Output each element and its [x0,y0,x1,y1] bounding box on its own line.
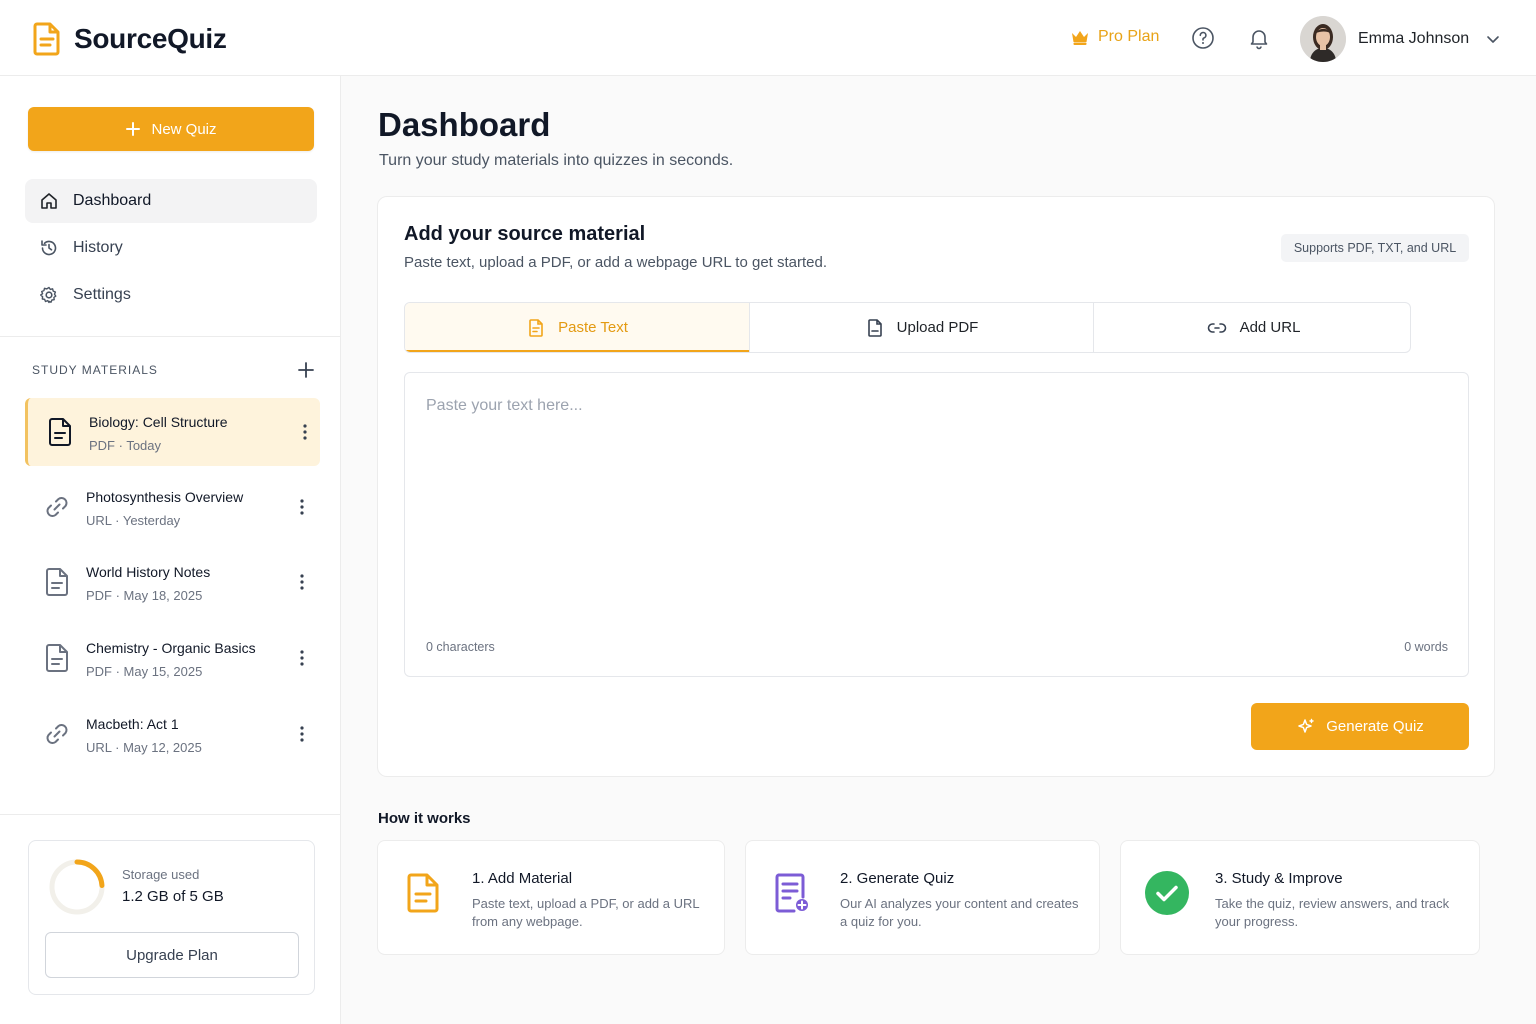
new-quiz-button[interactable]: New Quiz [28,107,314,151]
add-material-icon[interactable] [296,360,316,380]
pro-plan-link[interactable]: Pro Plan [1070,28,1159,46]
avatar [1300,16,1346,62]
tab-label: Add URL [1239,319,1301,336]
plus-icon [125,121,141,137]
more-vertical-icon[interactable] [297,724,307,744]
material-meta: PDF · May 18, 2025 [86,588,203,603]
bell-icon[interactable] [1247,26,1271,50]
sidebar-divider [0,814,341,815]
generate-quiz-button[interactable]: Generate Quiz [1251,703,1469,750]
how-step-desc: Take the quiz, review answers, and track… [1215,896,1450,929]
how-step-card: 1. Add Material Paste text, upload a PDF… [377,840,725,955]
pdf-file-icon [41,566,73,598]
how-step-desc: Paste text, upload a PDF, or add a URL f… [472,896,700,929]
how-step-title: 2. Generate Quiz [840,870,955,887]
material-title: Chemistry - Organic Basics [86,640,256,656]
material-meta: URL · Yesterday [86,513,181,528]
chevron-down-icon[interactable] [1485,31,1501,47]
storage-label: Storage used [122,867,200,882]
page-subtitle: Turn your study materials into quizzes i… [379,152,734,169]
material-item[interactable]: World History Notes PDF · May 18, 2025 [25,548,320,616]
sidebar-item-label: Settings [73,286,131,303]
link-icon [41,491,73,523]
material-meta: URL · May 12, 2025 [86,740,202,755]
app-logo[interactable]: SourceQuiz [32,22,227,56]
sidebar-item-settings[interactable]: Settings [25,273,317,317]
sidebar-item-label: History [73,239,123,256]
how-step-desc: Our AI analyzes your content and creates… [840,896,1079,929]
file-icon [865,318,885,338]
top-header: SourceQuiz Pro Plan Emma Johnson [0,0,1536,76]
sidebar-divider [0,336,341,337]
check-circle-icon [1145,871,1189,915]
tab-paste-text[interactable]: Paste Text [405,303,750,352]
new-quiz-label: New Quiz [151,120,217,138]
material-item[interactable]: Chemistry - Organic Basics PDF · May 15,… [25,624,320,692]
study-materials-title: STUDY MATERIALS [32,363,158,377]
sidebar: New Quiz Dashboard History Settings STUD… [0,76,341,1024]
material-meta: PDF · May 15, 2025 [86,664,203,679]
tab-upload-pdf[interactable]: Upload PDF [750,303,1094,352]
document-icon [32,22,62,56]
storage-ring [47,857,107,917]
material-item[interactable]: Macbeth: Act 1 URL · May 12, 2025 [25,700,320,768]
generate-quiz-label: Generate Quiz [1326,718,1424,735]
app-name: SourceQuiz [74,23,227,54]
history-icon [39,238,59,258]
material-item[interactable]: Biology: Cell Structure PDF · Today [25,398,320,466]
how-step-card: 2. Generate Quiz Our AI analyzes your co… [745,840,1100,955]
material-meta: PDF · Today [89,438,162,453]
pdf-file-icon [44,416,76,448]
link-icon [1206,318,1228,338]
material-title: Biology: Cell Structure [89,414,228,430]
help-circle-icon[interactable] [1191,26,1215,50]
how-step-title: 3. Study & Improve [1215,870,1343,887]
material-title: Photosynthesis Overview [86,489,244,505]
material-item[interactable]: Photosynthesis Overview URL · Yesterday [25,473,320,541]
sidebar-item-label: Dashboard [73,192,152,209]
storage-card: Storage used 1.2 GB of 5 GB Upgrade Plan [28,840,315,995]
more-vertical-icon[interactable] [300,422,310,442]
link-icon [41,718,73,750]
source-material-card: Add your source material Paste text, upl… [377,196,1495,777]
pro-plan-label: Pro Plan [1098,28,1160,45]
paste-text-area[interactable]: Paste your text here... 0 characters 0 w… [404,372,1469,677]
card-subtitle: Paste text, upload a PDF, or add a webpa… [404,254,828,271]
source-tabs: Paste Text Upload PDF Add URL [404,302,1411,353]
storage-value: 1.2 GB of 5 GB [122,888,224,905]
more-vertical-icon[interactable] [297,648,307,668]
user-name: Emma Johnson [1358,30,1470,47]
supports-badge: Supports PDF, TXT, and URL [1281,234,1469,262]
gear-icon [39,285,59,305]
how-step-title: 1. Add Material [472,870,573,887]
tab-label: Paste Text [558,319,628,336]
upgrade-plan-button[interactable]: Upgrade Plan [45,932,299,978]
sidebar-item-history[interactable]: History [25,226,317,270]
material-title: Macbeth: Act 1 [86,716,179,732]
pdf-file-icon [41,642,73,674]
card-title: Add your source material [404,223,646,245]
quiz-generate-icon [770,871,814,915]
user-menu[interactable]: Emma Johnson [1300,16,1501,62]
word-count: 0 words [1404,640,1448,654]
sparkle-icon [1296,717,1316,737]
document-icon [402,871,446,915]
textarea-placeholder: Paste your text here... [426,397,583,414]
tab-add-url[interactable]: Add URL [1094,303,1410,352]
crown-icon [1070,28,1090,46]
how-step-card: 3. Study & Improve Take the quiz, review… [1120,840,1480,955]
home-icon [39,191,59,211]
how-it-works-title: How it works [378,810,471,827]
more-vertical-icon[interactable] [297,572,307,592]
more-vertical-icon[interactable] [297,497,307,517]
sidebar-item-dashboard[interactable]: Dashboard [25,179,317,223]
character-count: 0 characters [426,640,495,654]
material-title: World History Notes [86,564,211,580]
page-title: Dashboard [378,106,551,143]
tab-label: Upload PDF [896,319,979,336]
text-file-icon [526,318,546,338]
